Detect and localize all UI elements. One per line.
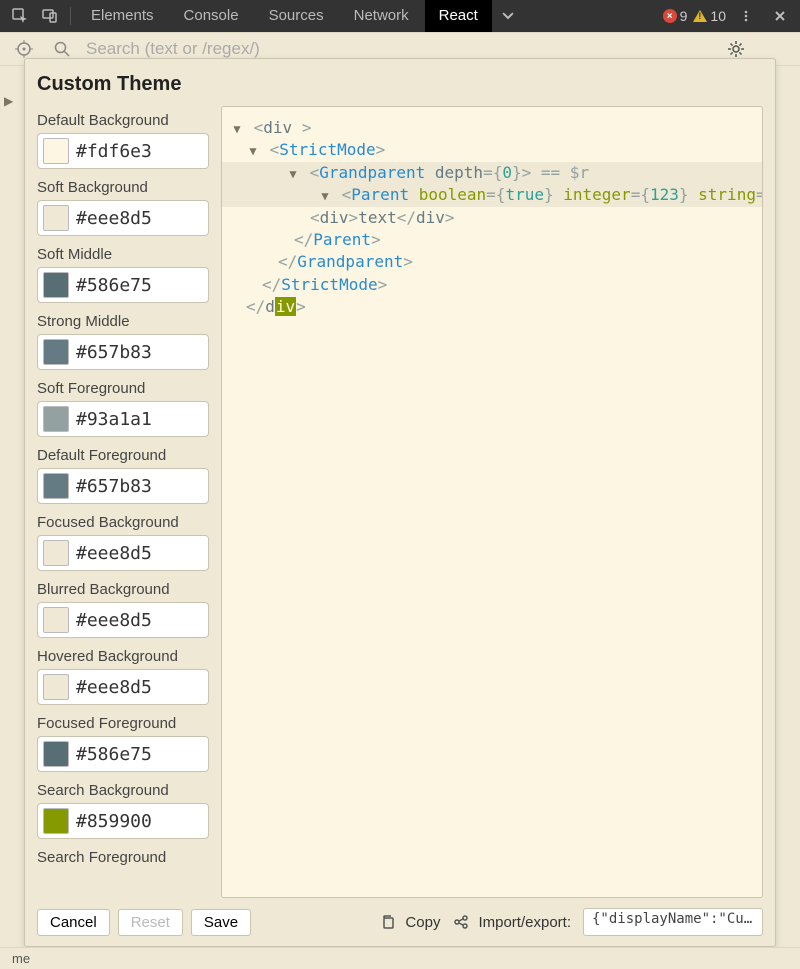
color-row-default-foreground[interactable]: #657b83 — [37, 468, 209, 504]
swatch[interactable] — [43, 272, 69, 298]
expand-arrow-icon[interactable]: ▼ — [318, 188, 332, 205]
more-tabs-icon[interactable] — [494, 2, 522, 30]
error-count: 9 — [680, 8, 688, 24]
theme-preview-tree[interactable]: ▼ <div > ▼ <StrictMode> ▼ <Grandparent d… — [221, 106, 763, 898]
devtools-toolbar: Elements Console Sources Network React ×… — [0, 0, 800, 32]
tree-row[interactable]: </Parent> — [230, 229, 754, 251]
color-row-focused-background[interactable]: #eee8d5 — [37, 535, 209, 571]
tab-elements[interactable]: Elements — [77, 0, 168, 32]
hex-input[interactable]: #586e75 — [74, 275, 208, 296]
swatch[interactable] — [43, 607, 69, 633]
cancel-button[interactable]: Cancel — [37, 909, 110, 936]
tree-row[interactable]: ▼ <StrictMode> — [230, 139, 754, 161]
swatch[interactable] — [43, 674, 69, 700]
field-label: Strong Middle — [37, 313, 209, 330]
inspect-icon[interactable] — [6, 2, 34, 30]
hex-input[interactable]: #859900 — [74, 811, 208, 832]
color-row-focused-foreground[interactable]: #586e75 — [37, 736, 209, 772]
color-row-blurred-background[interactable]: #eee8d5 — [37, 602, 209, 638]
hex-input[interactable]: #eee8d5 — [74, 677, 208, 698]
tab-react[interactable]: React — [425, 0, 492, 32]
error-icon: × — [663, 9, 677, 23]
tree-row-hovered[interactable]: ▼ <Parent boolean={true} integer={123} s… — [222, 184, 762, 206]
color-row-search-background[interactable]: #859900 — [37, 803, 209, 839]
tree-row[interactable]: <div>text</div> — [230, 207, 754, 229]
hex-input[interactable]: #586e75 — [74, 744, 208, 765]
warning-count: 10 — [710, 8, 726, 24]
swatch[interactable] — [43, 406, 69, 432]
toolbar-right: × 9 10 — [663, 2, 794, 30]
import-export-label: Import/export: — [478, 914, 571, 931]
hex-input[interactable]: #eee8d5 — [74, 543, 208, 564]
swatch[interactable] — [43, 808, 69, 834]
color-row-soft-foreground[interactable]: #93a1a1 — [37, 401, 209, 437]
kebab-menu-icon[interactable] — [732, 2, 760, 30]
swatch[interactable] — [43, 473, 69, 499]
import-export-input[interactable]: {"displayName":"Cust — [583, 908, 763, 936]
tab-network[interactable]: Network — [340, 0, 423, 32]
warning-icon — [693, 10, 707, 22]
status-strip: me — [0, 947, 800, 969]
panel-title: Custom Theme — [25, 59, 775, 106]
expand-arrow-icon[interactable]: ▼ — [230, 121, 244, 138]
field-label: Focused Foreground — [37, 715, 209, 732]
divider — [70, 7, 71, 25]
field-label: Default Foreground — [37, 447, 209, 464]
swatch[interactable] — [43, 741, 69, 767]
error-badge[interactable]: × 9 — [663, 8, 688, 24]
field-label: Hovered Background — [37, 648, 209, 665]
tree-row-selected[interactable]: ▼ <Grandparent depth={0}> == $r — [222, 162, 762, 184]
panel-body: Default Background #fdf6e3 Soft Backgrou… — [25, 106, 775, 898]
hex-input[interactable]: #657b83 — [74, 342, 208, 363]
panel-footer: Cancel Reset Save Copy Import/export: {"… — [25, 898, 775, 946]
expand-arrow-icon[interactable]: ▼ — [246, 143, 260, 160]
tab-console[interactable]: Console — [170, 0, 253, 32]
hex-input[interactable]: #fdf6e3 — [74, 141, 208, 162]
tree-row[interactable]: ▼ <div > — [230, 117, 754, 139]
swatch[interactable] — [43, 138, 69, 164]
color-row-hovered-background[interactable]: #eee8d5 — [37, 669, 209, 705]
reset-button[interactable]: Reset — [118, 909, 183, 936]
device-toggle-icon[interactable] — [36, 2, 64, 30]
field-label: Blurred Background — [37, 581, 209, 598]
color-fields-column: Default Background #fdf6e3 Soft Backgrou… — [37, 106, 209, 898]
hex-input[interactable]: #657b83 — [74, 476, 208, 497]
save-button[interactable]: Save — [191, 909, 251, 936]
color-row-soft-background[interactable]: #eee8d5 — [37, 200, 209, 236]
search-highlight: iv — [275, 297, 296, 316]
swatch[interactable] — [43, 339, 69, 365]
share-icon[interactable] — [452, 913, 470, 931]
field-label: Search Background — [37, 782, 209, 799]
close-icon[interactable] — [766, 2, 794, 30]
expand-arrow-icon[interactable]: ▼ — [286, 166, 300, 183]
tree-row[interactable]: </div> — [230, 296, 754, 318]
search-input[interactable]: Search (text or /regex/) — [86, 39, 260, 59]
hex-input[interactable]: #eee8d5 — [74, 610, 208, 631]
custom-theme-panel: Custom Theme Default Background #fdf6e3 … — [24, 58, 776, 947]
strip-text: me — [12, 951, 30, 966]
tree-row[interactable]: </Grandparent> — [230, 251, 754, 273]
field-label: Search Foreground — [37, 849, 209, 866]
sidebar-collapse-arrow-icon[interactable]: ▶ — [4, 94, 13, 108]
field-label: Soft Foreground — [37, 380, 209, 397]
swatch[interactable] — [43, 540, 69, 566]
warning-badge[interactable]: 10 — [693, 8, 726, 24]
tree-row[interactable]: </StrictMode> — [230, 274, 754, 296]
field-label: Soft Middle — [37, 246, 209, 263]
color-row-default-background[interactable]: #fdf6e3 — [37, 133, 209, 169]
swatch[interactable] — [43, 205, 69, 231]
field-label: Default Background — [37, 112, 209, 129]
hex-input[interactable]: #eee8d5 — [74, 208, 208, 229]
color-row-soft-middle[interactable]: #586e75 — [37, 267, 209, 303]
color-row-strong-middle[interactable]: #657b83 — [37, 334, 209, 370]
field-label: Focused Background — [37, 514, 209, 531]
tab-sources[interactable]: Sources — [255, 0, 338, 32]
copy-icon[interactable] — [379, 913, 397, 931]
copy-label: Copy — [405, 914, 440, 931]
field-label: Soft Background — [37, 179, 209, 196]
hex-input[interactable]: #93a1a1 — [74, 409, 208, 430]
